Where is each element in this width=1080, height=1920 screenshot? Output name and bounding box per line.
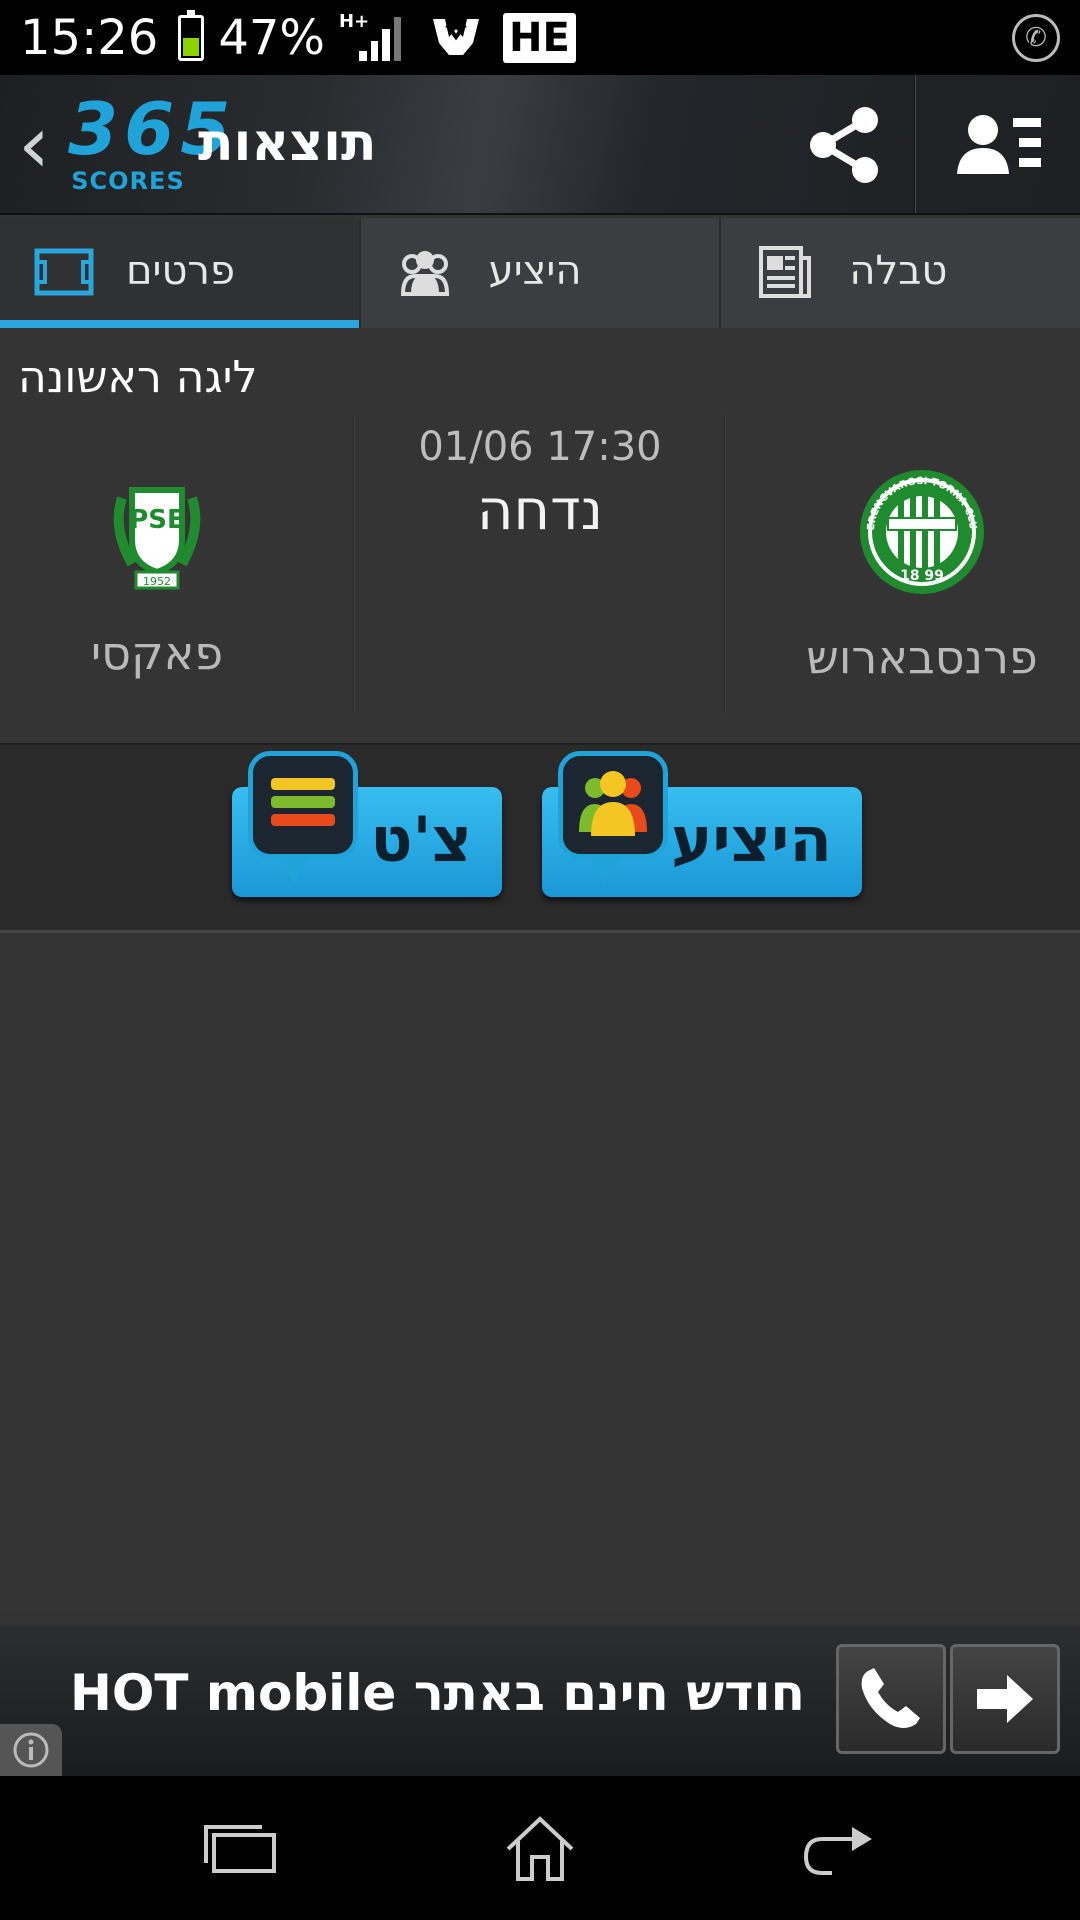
notification-hands-icon (433, 18, 480, 55)
keyboard-lang-badge: HE (503, 12, 576, 63)
network-type: H+ (339, 10, 370, 32)
battery-icon (178, 9, 205, 61)
away-team[interactable]: PSE 1952 פאקסי (12, 468, 302, 680)
status-time: 15:26 (20, 9, 159, 66)
ad-info-button[interactable] (0, 1724, 62, 1776)
stands-button-label: היציע (671, 803, 832, 876)
logo-number: 365 (68, 87, 237, 171)
tab-details-label: פרטים (126, 248, 235, 294)
back-chevron-icon[interactable]: ‹ (18, 105, 50, 185)
stands-button[interactable]: היציע (542, 751, 862, 897)
page-title: תוצאות (198, 113, 377, 173)
home-icon (506, 1816, 574, 1881)
news-icon (759, 246, 812, 298)
arrow-right-icon (977, 1675, 1033, 1723)
home-team[interactable]: FERENCVAROSI TORNA CLUB 18 99 פרנסבארוש (777, 468, 1067, 684)
stands-bubble-icon (558, 751, 668, 884)
profile-menu-button[interactable] (950, 105, 1050, 185)
tab-stands-label: היציע (488, 248, 582, 294)
home-button[interactable] (495, 1814, 585, 1884)
tab-stands[interactable]: היציע (361, 218, 722, 328)
chat-button-label: צ'ט (370, 803, 472, 876)
phone-icon (861, 1668, 920, 1728)
back-button[interactable] (795, 1814, 885, 1884)
ad-banner[interactable]: חודש חינם באתר HOT mobile (0, 1626, 1080, 1776)
column-divider (724, 414, 726, 714)
home-team-name: פרנסבארוש (806, 630, 1038, 684)
battery-percent: 47% (218, 9, 326, 66)
header-divider (914, 75, 916, 213)
ad-open-button[interactable] (950, 1644, 1060, 1754)
column-divider (353, 414, 355, 714)
match-card[interactable]: ליגה ראשונה PSE 1952 פאקסי 01/06 17:30 נ… (0, 328, 1080, 743)
field-icon (34, 248, 94, 296)
match-datetime: 01/06 17:30 (418, 424, 662, 470)
share-button[interactable] (800, 97, 890, 193)
ad-text: חודש חינם באתר HOT mobile (70, 1664, 806, 1722)
recent-apps-icon (204, 1825, 276, 1873)
app-logo[interactable]: 365 SCORES (68, 87, 237, 201)
league-name: ליגה ראשונה (18, 352, 258, 403)
tab-bar: פרטים היציע טבלה (0, 218, 1080, 328)
back-arrow-icon (803, 1827, 872, 1875)
system-nav-bar (0, 1776, 1080, 1920)
share-icon (810, 107, 878, 183)
away-logo-text: PSE (129, 505, 185, 535)
actions-band: צ'ט היציע (0, 743, 1080, 933)
users-icon (400, 251, 449, 296)
home-team-logo: FERENCVAROSI TORNA CLUB 18 99 (858, 468, 984, 594)
tab-table[interactable]: טבלה (721, 218, 1080, 328)
chat-button[interactable]: צ'ט (232, 751, 502, 897)
home-logo-year: 18 99 (900, 568, 944, 584)
status-bar: 15:26 47% H+ HE ✆ (0, 0, 1080, 75)
call-status-icon: ✆ (1012, 13, 1060, 62)
tab-details[interactable]: פרטים (0, 218, 361, 328)
info-icon (13, 1732, 49, 1768)
tab-table-label: טבלה (849, 248, 948, 294)
signal-icon: H+ (339, 11, 402, 61)
away-logo-year: 1952 (143, 575, 171, 588)
logo-text: SCORES (71, 167, 185, 195)
ad-call-button[interactable] (836, 1644, 946, 1754)
away-team-name: פאקסי (90, 626, 224, 680)
match-status: נדחה (476, 478, 604, 543)
content-area (0, 935, 1080, 1610)
user-list-icon (957, 115, 1041, 174)
recent-apps-button[interactable] (195, 1814, 285, 1884)
chat-bubble-icon (248, 751, 358, 884)
away-team-logo: PSE 1952 (113, 487, 201, 590)
app-header: ‹ 365 SCORES תוצאות (0, 75, 1080, 215)
